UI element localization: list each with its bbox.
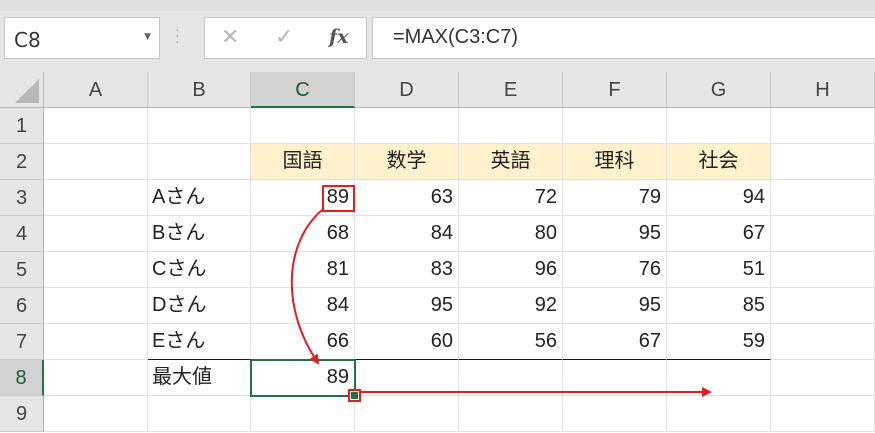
resize-handle-icon[interactable]: · · · — [175, 24, 179, 50]
name-box-value[interactable]: C8 — [14, 28, 41, 52]
formula-text[interactable]: =MAX(C3:C7) — [393, 26, 518, 49]
formula-input[interactable]: =MAX(C3:C7) — [372, 17, 875, 59]
formula-buttons: ✕ ✓ fx — [204, 17, 367, 59]
name-box[interactable]: C8 ▼ — [4, 17, 160, 59]
curved-arrow — [290, 209, 323, 365]
cancel-icon[interactable]: ✕ — [221, 25, 239, 50]
chevron-down-icon[interactable]: ▼ — [144, 32, 151, 42]
formula-bar-area: C8 ▼ · · · ✕ ✓ fx =MAX(C3:C7) — [0, 0, 875, 72]
insert-function-icon[interactable]: fx — [329, 26, 349, 48]
annotation-arrows — [290, 209, 712, 397]
ribbon-edge — [0, 0, 875, 11]
enter-icon[interactable]: ✓ — [275, 25, 293, 50]
